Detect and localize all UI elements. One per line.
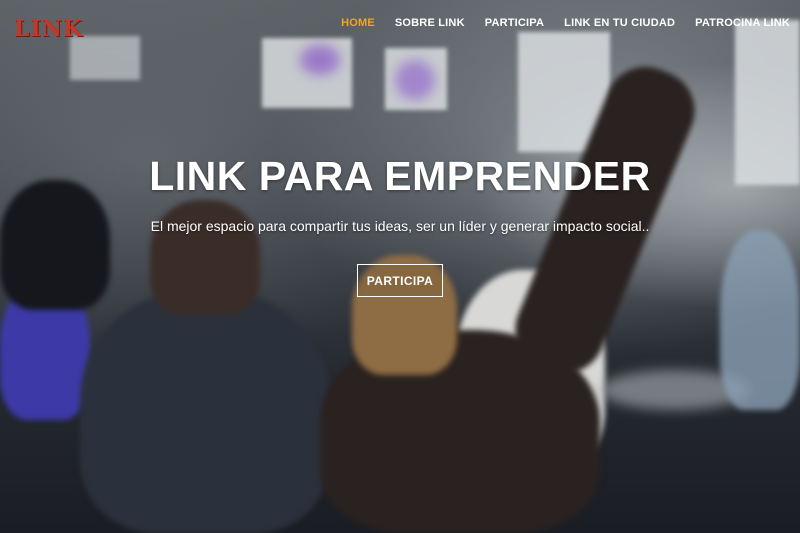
participa-button[interactable]: PARTICIPA: [357, 264, 443, 297]
background-person-suit: [80, 290, 330, 533]
hero-title: LINK PARA EMPRENDER: [149, 153, 651, 199]
nav-item-patrocina-link[interactable]: PATROCINA LINK: [695, 17, 790, 29]
background-purple-notes: [300, 45, 340, 75]
nav-item-link-en-tu-ciudad[interactable]: LINK EN TU CIUDAD: [564, 17, 675, 29]
nav-item-participa[interactable]: PARTICIPA: [485, 17, 544, 29]
brand-logo[interactable]: LINK: [14, 16, 83, 42]
nav-item-home[interactable]: HOME: [341, 17, 375, 29]
nav-item-sobre-link[interactable]: SOBRE LINK: [395, 17, 465, 29]
background-person-right: [720, 230, 800, 410]
background-purple-notes-2: [395, 60, 435, 100]
hero-section: LINK HOME SOBRE LINK PARTICIPA LINK EN T…: [0, 0, 800, 533]
main-menu: HOME SOBRE LINK PARTICIPA LINK EN TU CIU…: [341, 17, 790, 29]
top-navbar: LINK HOME SOBRE LINK PARTICIPA LINK EN T…: [0, 0, 800, 48]
hero-subtitle: El mejor espacio para compartir tus idea…: [150, 218, 650, 234]
